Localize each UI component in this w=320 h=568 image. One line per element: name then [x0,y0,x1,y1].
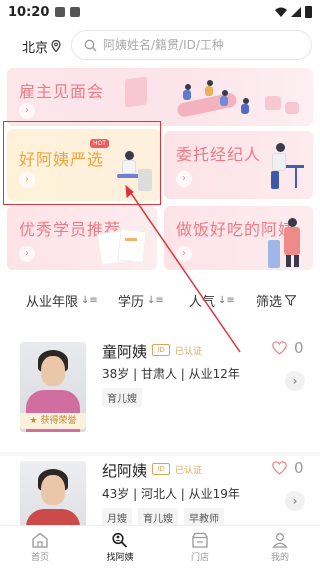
battery-icon [305,6,312,18]
banner-title: 做饭好吃的阿姨 [176,220,296,239]
sort-icon: ↓≡ [147,295,164,306]
skill-tag: 月嫂 [102,508,132,525]
honor-label: 获得荣誉 [40,416,77,426]
nav-label: 我的 [270,552,289,563]
sort-icon: ↓≡ [81,295,98,306]
search-person-icon [112,532,128,548]
filter-label: 学历 [118,295,145,310]
sort-icon: ↓≡ [218,295,235,306]
status-bar: 10:20 [0,0,320,24]
location-pin-icon [51,40,61,52]
skill-tag: 早教师 [184,508,224,525]
highlight-frame [3,121,161,205]
search-row: 北京 [0,30,320,62]
id-card-icon: ID [152,463,170,475]
auntie-name: 童阿姨 [102,343,148,361]
auntie-card[interactable]: ★ 获得荣誉 童阿姨 ID 已认证 38岁 | 甘肃人 | 从业12年 育儿嫂 … [0,322,320,452]
status-time: 10:20 [8,4,50,20]
meeting-illustration [125,76,147,108]
like-count: 0 [294,459,304,477]
banner-title: 委托经纪人 [176,145,262,164]
auntie-name: 纪阿姨 [102,462,148,480]
chevron-right-icon: › [176,246,192,262]
funnel-icon [285,295,297,306]
id-card-icon: ID [152,344,170,356]
auntie-info: 38岁 | 甘肃人 | 从业12年 [102,367,240,381]
chevron-right-icon: › [19,103,35,119]
city-label: 北京 [22,40,49,56]
filter-label: 从业年限 [26,295,79,310]
search-input[interactable] [103,38,303,52]
nav-label: 找阿姨 [106,552,134,563]
signal-icon [291,7,301,17]
home-icon [32,532,48,548]
filter-label: 筛选 [256,295,283,310]
like-button[interactable]: 0 [272,339,304,357]
certified-label: 已认证 [175,466,203,476]
skill-tag: 育儿嫂 [138,508,178,525]
agent-illustration [276,143,285,152]
filter-education[interactable]: 学历 ↓≡ [118,291,164,310]
banner-excellent-students[interactable]: 优秀学员推荐 › [7,206,157,270]
auntie-info: 43岁 | 河北人 | 从业19年 [102,487,240,501]
skill-tag: 育儿嫂 [102,388,142,407]
wifi-icon [275,7,287,17]
search-box[interactable] [71,30,312,60]
skill-tags: 育儿嫂 [102,388,142,407]
fridge-illustration [268,240,280,268]
chevron-right-icon[interactable]: › [285,491,305,511]
chevron-right-icon: › [176,171,192,187]
nav-home[interactable]: 首页 [0,526,80,568]
filter-label: 人气 [189,295,216,310]
nav-find-auntie[interactable]: 找阿姨 [80,526,160,568]
like-count: 0 [294,339,304,357]
bottom-nav: 首页 找阿姨 门店 我的 [0,525,320,568]
notification-icon [55,7,66,17]
like-button[interactable]: 0 [272,459,304,477]
banner-good-cook-aunties[interactable]: 做饭好吃的阿姨 › [164,206,313,270]
filter-experience[interactable]: 从业年限 ↓≡ [26,291,98,310]
store-icon [192,532,208,548]
heart-icon [272,341,287,355]
skill-tags: 月嫂 育儿嫂 早教师 [102,508,224,525]
filter-more[interactable]: 筛选 [256,291,297,310]
chevron-right-icon[interactable]: › [285,371,305,391]
honor-badge: ★ 获得荣誉 [20,413,86,429]
banner-employer-meeting[interactable]: 雇主见面会 › [7,68,313,126]
auntie-photo [20,461,86,525]
nav-label: 首页 [30,552,49,563]
notification-icon-2 [70,7,81,17]
chevron-right-icon: › [19,246,35,262]
nav-store[interactable]: 门店 [160,526,240,568]
filter-popularity[interactable]: 人气 ↓≡ [189,291,235,310]
cook-illustration [288,218,297,227]
banner-title: 雇主见面会 [19,82,105,101]
banner-entrust-agent[interactable]: 委托经纪人 › [164,131,313,199]
city-selector[interactable]: 北京 [22,37,61,56]
nav-label: 门店 [190,552,209,563]
user-icon [272,532,288,548]
search-icon [84,39,97,51]
heart-icon [272,461,287,475]
filter-bar: 从业年限 ↓≡ 学历 ↓≡ 人气 ↓≡ 筛选 [0,282,320,316]
certified-label: 已认证 [175,347,203,357]
nav-mine[interactable]: 我的 [240,526,320,568]
auntie-card[interactable]: 纪阿姨 ID 已认证 43岁 | 河北人 | 从业19年 月嫂 育儿嫂 早教师 … [0,455,320,525]
